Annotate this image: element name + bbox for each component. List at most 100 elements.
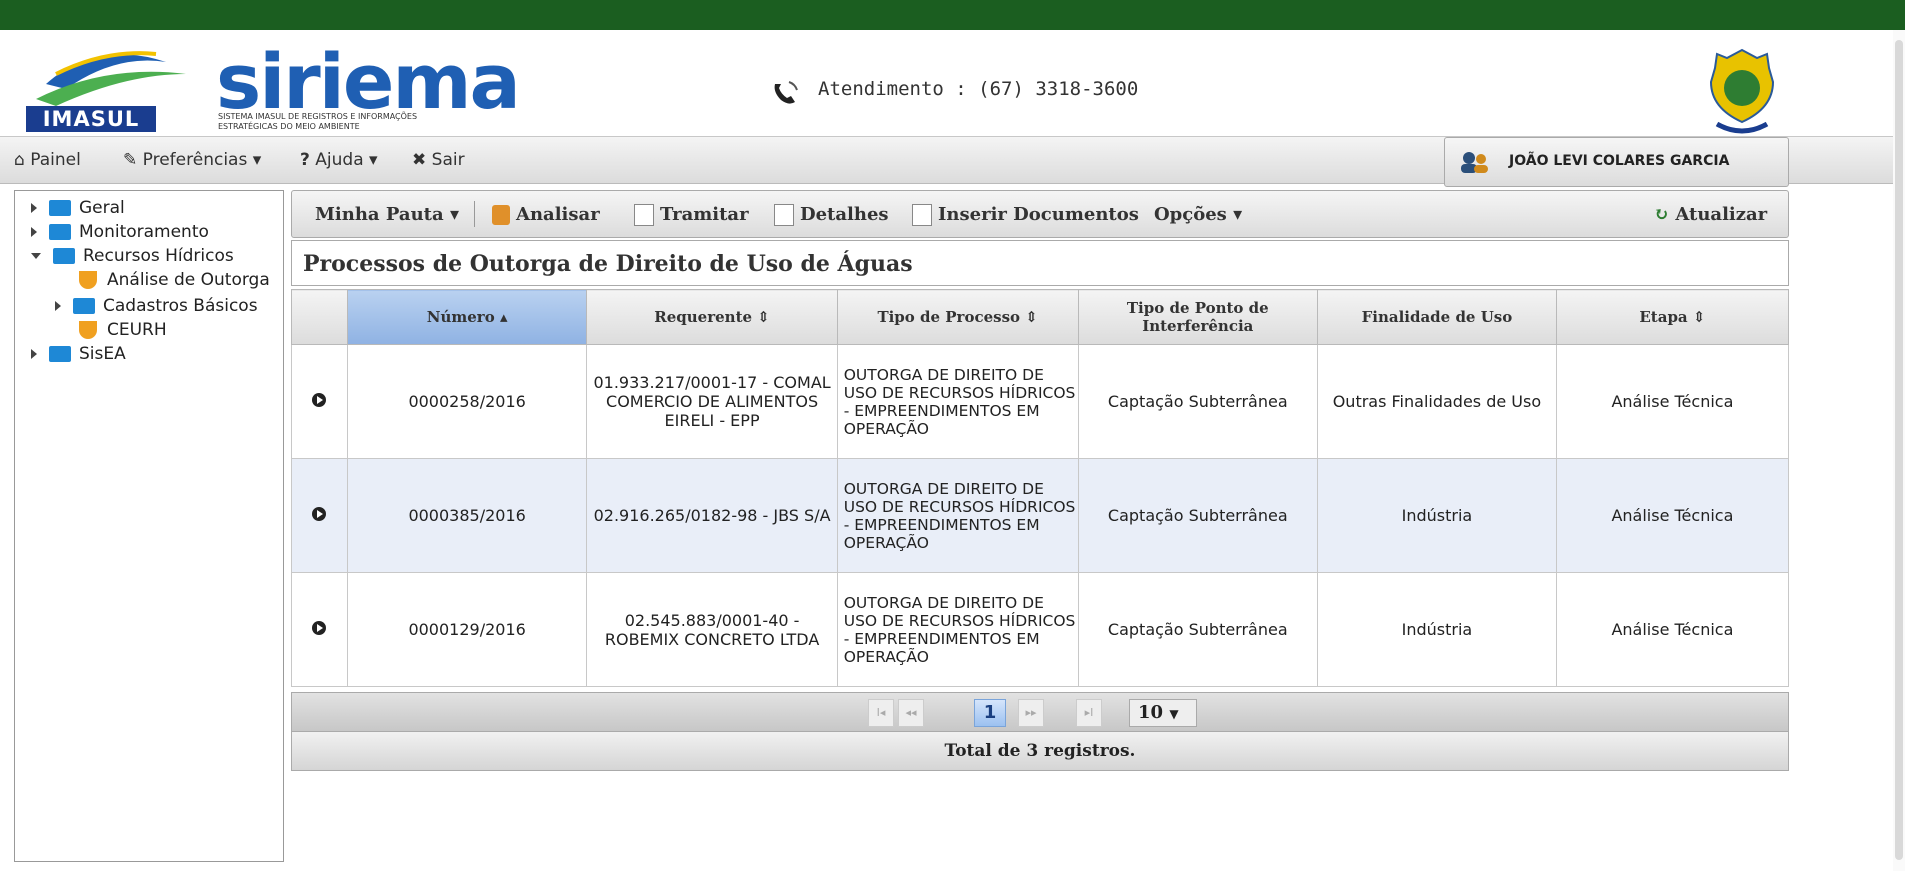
column-header-numero[interactable]: Número ▴ <box>346 289 588 345</box>
column-header-finalidade: Finalidade de Uso <box>1317 289 1557 345</box>
cell-requerente: 02.545.883/0001-40 - ROBEMIX CONCRETO LT… <box>586 572 838 687</box>
document-icon <box>912 204 932 226</box>
column-header-tipo-processo[interactable]: Tipo de Processo ⇕ <box>836 289 1079 345</box>
row-expand-icon[interactable] <box>312 507 327 521</box>
folder-icon <box>49 200 71 216</box>
column-header-etapa[interactable]: Etapa ⇕ <box>1555 289 1790 345</box>
tree-item-sisea[interactable]: SisEA <box>31 343 126 365</box>
wrench-icon: ✎ <box>123 150 138 170</box>
logo-swoosh-icon <box>36 51 186 106</box>
table-row[interactable]: 0000129/2016 02.545.883/0001-40 - ROBEMI… <box>291 572 1790 687</box>
rows-per-page-select[interactable]: 10 ▼ <box>1129 699 1197 727</box>
inserir-label: Inserir Documentos <box>938 204 1139 225</box>
tree-label: Geral <box>79 198 125 218</box>
paginator: I◂ ◂◂ 1 ▸▸ ▸I 10 ▼ <box>291 692 1789 732</box>
table-row[interactable]: 0000258/2016 01.933.217/0001-17 - COMAL … <box>291 344 1790 459</box>
table-header-row: Número ▴ Requerente ⇕ Tipo de Processo ⇕… <box>291 289 1790 345</box>
collapse-arrow-icon[interactable] <box>31 253 41 259</box>
table-row[interactable]: 0000385/2016 02.916.265/0182-98 - JBS S/… <box>291 458 1790 573</box>
logo-subtitle: SISTEMA IMASUL DE REGISTROS E INFORMAÇÕE… <box>218 112 418 131</box>
chevron-down-icon: ▾ <box>449 204 459 225</box>
atualizar-button[interactable]: ↻ Atualizar <box>1654 204 1767 225</box>
state-crest-icon <box>1709 48 1775 134</box>
tree-label: SisEA <box>79 344 126 364</box>
tree-label: Recursos Hídricos <box>83 246 234 266</box>
expand-arrow-icon[interactable] <box>55 301 61 311</box>
top-bar <box>0 0 1905 30</box>
process-toolbar: Minha Pauta ▾ Analisar Tramitar Detalhes… <box>291 190 1789 238</box>
cell-finalidade: Indústria <box>1317 572 1557 687</box>
forward-icon <box>634 204 654 226</box>
opcoes-label: Opções <box>1154 204 1227 225</box>
column-label: Etapa <box>1639 308 1688 326</box>
first-page-button[interactable]: I◂ <box>868 699 894 727</box>
row-expand-icon[interactable] <box>312 393 327 407</box>
minha-pauta-label: Minha Pauta <box>315 204 444 225</box>
tree-item-analise-outorga[interactable]: Análise de Outorga <box>79 269 270 291</box>
expand-arrow-icon[interactable] <box>31 203 37 213</box>
next-page-button[interactable]: ▸▸ <box>1018 699 1044 727</box>
detalhes-button[interactable]: Detalhes <box>774 204 889 226</box>
tree-item-ceurh[interactable]: CEURH <box>79 319 167 341</box>
user-menu-button[interactable]: JOÃO LEVI COLARES GARCIA <box>1444 137 1789 187</box>
minha-pauta-button[interactable]: Minha Pauta ▾ <box>315 204 459 225</box>
rows-per-page-value: 10 <box>1138 702 1164 723</box>
users-icon <box>1461 152 1488 173</box>
cell-tipo-processo: OUTORGA DE DIREITO DE USO DE RECURSOS HÍ… <box>836 572 1079 687</box>
tree-label: Cadastros Básicos <box>103 296 258 316</box>
page-scrollbar[interactable] <box>1893 30 1905 871</box>
menu-painel[interactable]: ⌂ Painel <box>14 150 81 170</box>
analisar-label: Analisar <box>516 204 600 225</box>
tramitar-button[interactable]: Tramitar <box>634 204 749 226</box>
user-name: JOÃO LEVI COLARES GARCIA <box>1509 153 1730 169</box>
shield-icon <box>79 321 97 339</box>
menu-preferencias-label: Preferências <box>142 150 248 170</box>
help-icon: ? <box>300 150 310 170</box>
row-expand-cell[interactable] <box>291 344 348 459</box>
column-header-expand <box>291 289 348 345</box>
tree-item-monitoramento[interactable]: Monitoramento <box>31 221 209 243</box>
tree-item-recursos-hidricos[interactable]: Recursos Hídricos <box>31 245 234 267</box>
logo-text: siriema <box>216 37 521 126</box>
menu-ajuda-label: Ajuda <box>315 150 364 170</box>
tree-label: CEURH <box>107 320 167 340</box>
folder-icon <box>49 224 71 240</box>
expand-arrow-icon[interactable] <box>31 227 37 237</box>
column-label: Tipo de Ponto de Interferência <box>1126 299 1269 335</box>
prev-page-button[interactable]: ◂◂ <box>898 699 924 727</box>
document-icon <box>774 204 794 226</box>
close-icon: ✖ <box>412 150 427 170</box>
cell-etapa: Análise Técnica <box>1555 344 1790 459</box>
tree-item-geral[interactable]: Geral <box>31 197 125 219</box>
analisar-button[interactable]: Analisar <box>492 204 600 225</box>
opcoes-button[interactable]: Opções ▾ <box>1154 204 1242 225</box>
chevron-down-icon: ▼ <box>1169 707 1179 721</box>
menu-sair[interactable]: ✖ Sair <box>412 150 465 170</box>
last-page-button[interactable]: ▸I <box>1076 699 1102 727</box>
sort-icon: ⇕ <box>757 308 770 326</box>
menu-preferencias[interactable]: ✎ Preferências ▾ <box>123 150 261 170</box>
column-label: Número <box>426 308 495 326</box>
row-expand-icon[interactable] <box>312 621 327 635</box>
row-expand-cell[interactable] <box>291 458 348 573</box>
menu-ajuda[interactable]: ? Ajuda ▾ <box>300 150 378 170</box>
row-expand-cell[interactable] <box>291 572 348 687</box>
tree-label: Monitoramento <box>79 222 209 242</box>
folder-icon <box>73 298 95 314</box>
scrollbar-thumb[interactable] <box>1895 40 1903 860</box>
atendimento-text: Atendimento : (67) 3318-3600 <box>818 78 1139 100</box>
tramitar-label: Tramitar <box>660 204 749 225</box>
folder-icon <box>49 346 71 362</box>
cell-numero: 0000129/2016 <box>346 572 588 687</box>
home-icon: ⌂ <box>14 150 25 170</box>
current-page-button[interactable]: 1 <box>974 699 1006 727</box>
column-header-requerente[interactable]: Requerente ⇕ <box>586 289 838 345</box>
inserir-documentos-button[interactable]: Inserir Documentos <box>912 204 1139 226</box>
folder-icon <box>53 248 75 264</box>
sort-icon: ⇕ <box>1025 308 1038 326</box>
cell-etapa: Análise Técnica <box>1555 458 1790 573</box>
total-records: Total de 3 registros. <box>291 731 1789 771</box>
tree-item-cadastros-basicos[interactable]: Cadastros Básicos <box>55 295 258 317</box>
column-label: Tipo de Processo <box>877 308 1021 326</box>
expand-arrow-icon[interactable] <box>31 349 37 359</box>
